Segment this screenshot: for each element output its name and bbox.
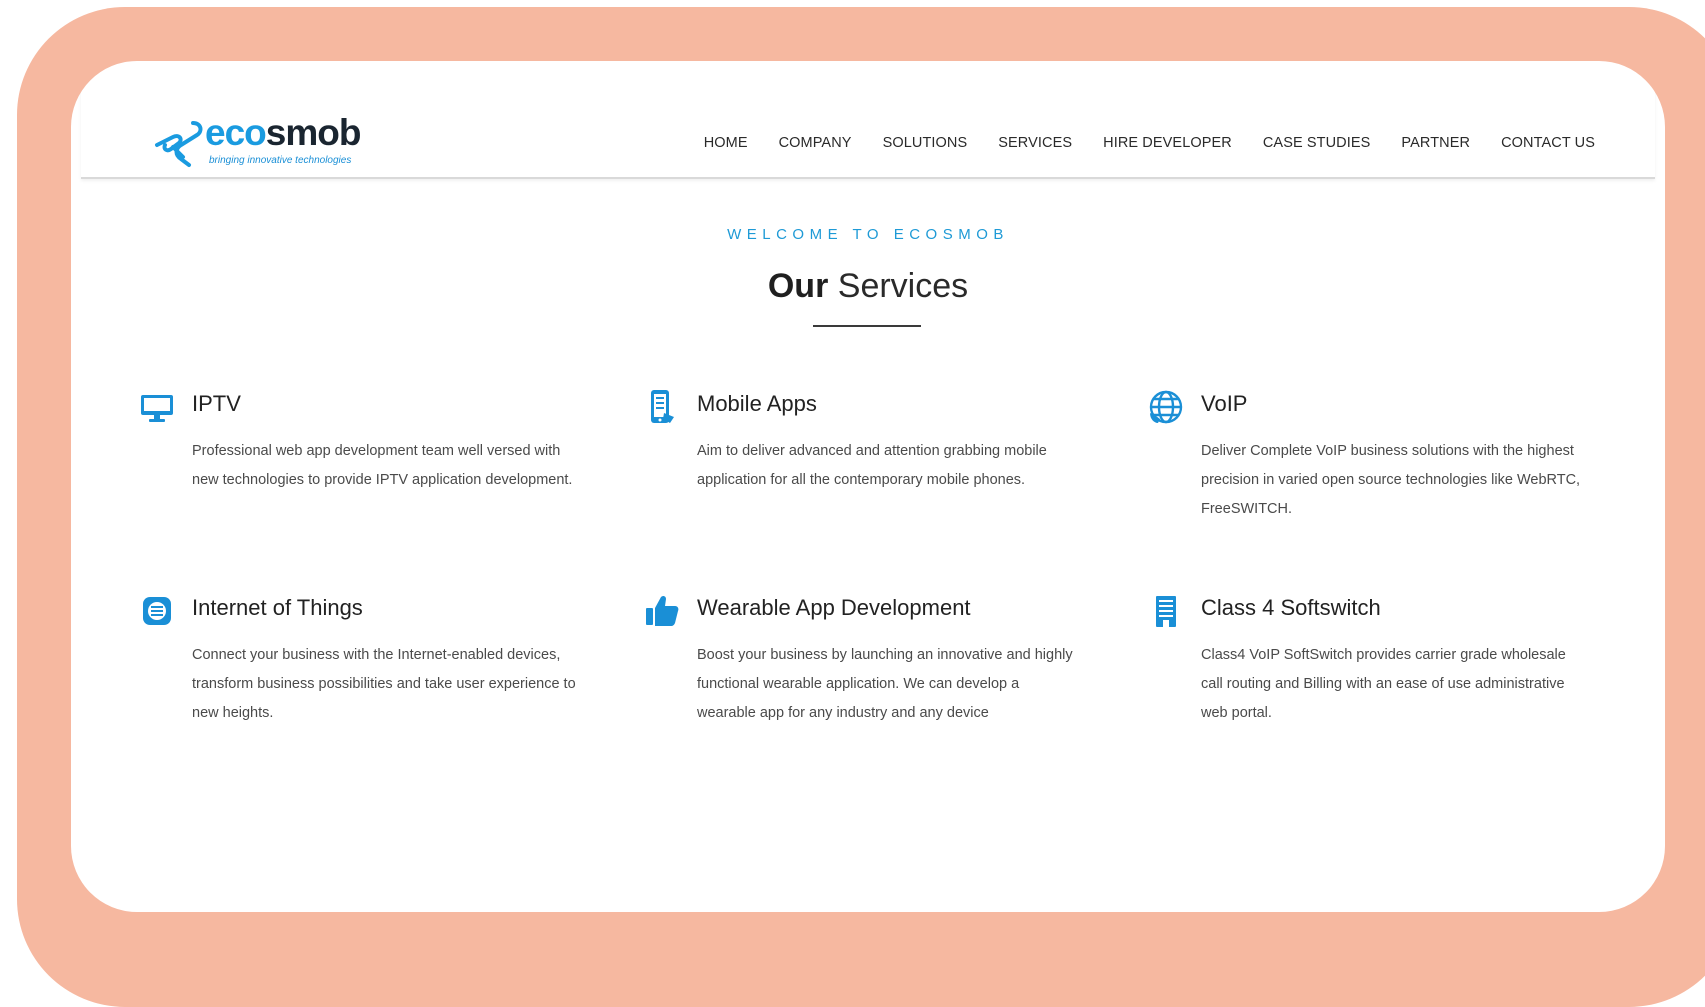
service-title: VoIP (1201, 391, 1248, 416)
service-description: Boost your business by launching an inno… (697, 647, 1073, 721)
service-description: Connect your business with the Internet-… (192, 647, 576, 721)
nav-solutions[interactable]: SOLUTIONS (883, 135, 968, 151)
logo-tagline: bringing innovative technologies (209, 155, 352, 166)
site-header: ecosmob bringing innovative technologies… (81, 61, 1655, 179)
section-title: Our Services (767, 267, 969, 305)
title-divider (813, 325, 921, 327)
service-title: Wearable App Development (697, 595, 971, 620)
nav-partner[interactable]: PARTNER (1401, 135, 1470, 151)
nav-company[interactable]: COMPANY (779, 135, 852, 151)
logo-wordmark: ecosmob (205, 112, 361, 153)
building-icon (1156, 596, 1176, 627)
page-card: ecosmob bringing innovative technologies… (71, 61, 1665, 912)
service-description: Class4 VoIP SoftSwitch provides carrier … (1201, 647, 1566, 721)
mobile-phone-icon (651, 390, 674, 423)
nav-contact-us[interactable]: CONTACT US (1501, 135, 1595, 151)
service-description: Deliver Complete VoIP business solutions… (1201, 443, 1581, 517)
service-title: Internet of Things (192, 595, 363, 620)
logo-mark-icon (155, 121, 203, 167)
ecosmob-logo[interactable]: ecosmob bringing innovative technologies (153, 113, 373, 173)
service-title: Mobile Apps (697, 391, 817, 416)
iot-icon (143, 597, 171, 625)
main-nav: HOME COMPANY SOLUTIONS SERVICES HIRE DEV… (673, 135, 1595, 151)
nav-home[interactable]: HOME (704, 135, 748, 151)
service-description: Aim to deliver advanced and attention gr… (697, 443, 1047, 488)
globe-icon (1149, 390, 1183, 424)
service-title: IPTV (192, 391, 241, 416)
section-eyebrow: WELCOME TO ECOSMOB (727, 226, 1009, 243)
service-title: Class 4 Softswitch (1201, 595, 1381, 620)
thumbs-up-icon (646, 595, 679, 626)
nav-hire-developer[interactable]: HIRE DEVELOPER (1103, 135, 1232, 151)
nav-services[interactable]: SERVICES (998, 135, 1072, 151)
monitor-icon (141, 395, 173, 422)
nav-case-studies[interactable]: CASE STUDIES (1263, 135, 1371, 151)
service-description: Professional web app development team we… (192, 443, 573, 488)
